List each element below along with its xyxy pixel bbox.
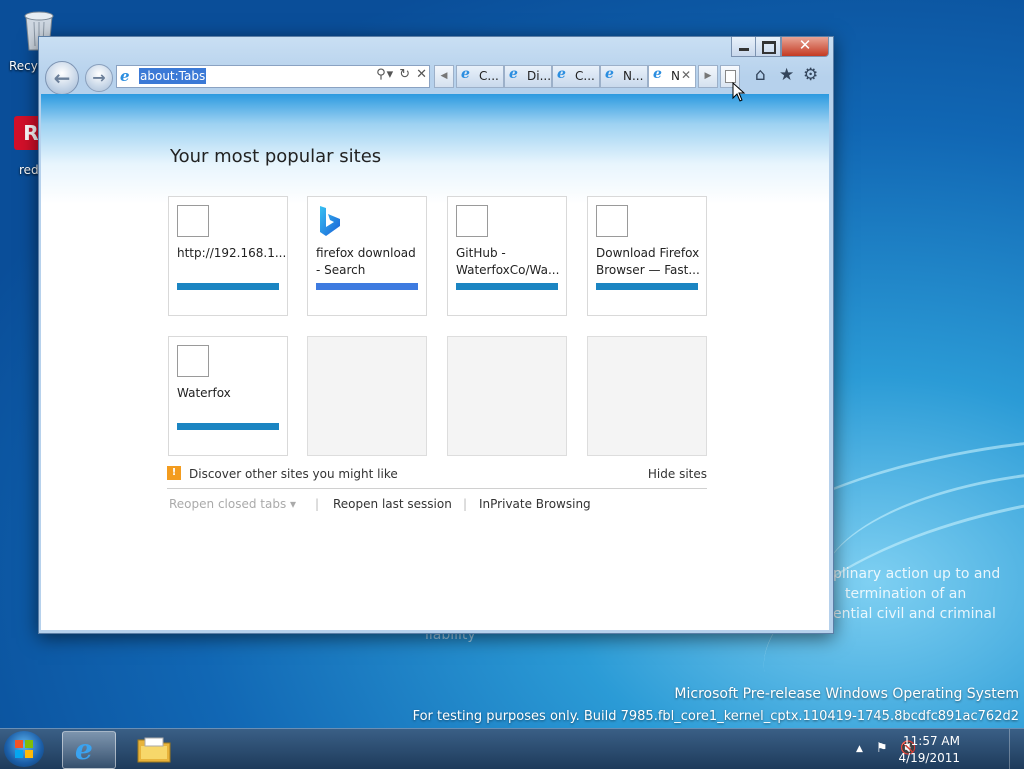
build-watermark-title: Microsoft Pre-release Windows Operating … [674, 686, 1019, 702]
tab[interactable]: e Di... [504, 65, 552, 88]
address-bar[interactable]: e about:Tabs ⚲▾ ↻ ✕ [116, 65, 430, 88]
build-watermark-details: For testing purposes only. Build 7985.fb… [412, 709, 1019, 724]
site-favicon-placeholder [177, 205, 209, 237]
action-center-flag-icon[interactable]: ⚑ [876, 741, 888, 756]
site-tile[interactable]: Waterfox [168, 336, 288, 456]
mouse-cursor-icon [732, 82, 746, 102]
favorites-star-icon[interactable]: ★ [779, 65, 794, 85]
folder-icon [137, 737, 171, 763]
windows-logo-icon [15, 740, 33, 758]
close-icon: ✕ [798, 36, 812, 54]
clock-date[interactable]: 4/19/2011 [898, 751, 960, 765]
site-tile-title: GitHub - WaterfoxCo/Wa... [456, 246, 560, 277]
address-text[interactable]: about:Tabs [139, 68, 207, 84]
maximize-button[interactable] [755, 37, 781, 57]
background-text-line: plinary action up to and [833, 566, 1001, 582]
site-tile[interactable]: firefox download - Search [307, 196, 427, 316]
chevron-down-icon[interactable]: ▾ [387, 67, 394, 82]
tab[interactable]: e N... [600, 65, 648, 88]
site-favicon-placeholder [596, 205, 628, 237]
close-button[interactable]: ✕ [781, 36, 829, 57]
tab-close-icon[interactable]: ✕ [681, 68, 691, 82]
tools-gear-icon[interactable]: ⚙ [803, 65, 818, 85]
site-favicon-placeholder [456, 205, 488, 237]
site-tile-title: Download Firefox Browser — Fast... [596, 246, 700, 277]
inprivate-browsing-link[interactable]: InPrivate Browsing [479, 497, 591, 511]
discover-row: ! Discover other sites you might like Hi… [167, 466, 707, 486]
site-tile[interactable]: http://192.168.1... [168, 196, 288, 316]
hide-sites-link[interactable]: Hide sites [648, 467, 707, 481]
site-activity-bar [316, 283, 418, 290]
show-hidden-icons-arrow-icon[interactable]: ▲ [856, 744, 863, 754]
search-icon[interactable]: ⚲ [376, 67, 386, 82]
reopen-last-session-link[interactable]: Reopen last session [333, 497, 452, 511]
forward-arrow-icon: → [92, 68, 106, 87]
site-tile[interactable]: GitHub - WaterfoxCo/Wa... [447, 196, 567, 316]
page-title: Your most popular sites [170, 146, 382, 167]
ie-page-icon: e [461, 66, 470, 82]
empty-site-tile [447, 336, 567, 456]
toolbar-icons: ⌂ ★ ⚙ [755, 65, 825, 87]
taskbar-explorer-button[interactable] [128, 731, 180, 767]
ie-page-icon: e [557, 66, 566, 82]
reopen-closed-tabs-link[interactable]: Reopen closed tabs ▾ [169, 497, 296, 511]
home-icon[interactable]: ⌂ [755, 65, 766, 85]
tab-label: C... [575, 69, 595, 83]
back-arrow-icon: ← [53, 66, 71, 90]
tab[interactable]: e C... [456, 65, 504, 88]
site-tile-title: firefox download - Search [316, 246, 416, 277]
show-desktop-button[interactable] [1009, 729, 1024, 769]
site-activity-bar [456, 283, 558, 290]
site-activity-bar [177, 283, 279, 290]
ie-page-icon: e [120, 67, 130, 85]
ie-icon: e [75, 733, 93, 766]
tab-scroll-left-button[interactable]: ◀ [434, 65, 454, 88]
chevron-right-icon: ▶ [704, 71, 712, 81]
site-tile-title: http://192.168.1... [177, 246, 287, 260]
tab[interactable]: e C... [552, 65, 600, 88]
tab-label: N [671, 69, 680, 83]
chevron-left-icon: ◀ [440, 71, 448, 81]
ie-page-icon: e [653, 66, 662, 82]
site-tile[interactable]: Download Firefox Browser — Fast... [587, 196, 707, 316]
tab-label: N... [623, 69, 644, 83]
discover-sites-link[interactable]: Discover other sites you might like [189, 467, 398, 481]
address-buttons: ⚲▾ ↻ ✕ [370, 67, 427, 82]
system-tray: ▲ ⚑ 🔇 11:57 AM 4/19/2011 [824, 729, 1024, 769]
ie-page-icon: e [605, 66, 614, 82]
empty-site-tile [307, 336, 427, 456]
background-text-line: termination of an [845, 586, 967, 602]
empty-site-tile [587, 336, 707, 456]
tab-active[interactable]: e N ✕ [648, 65, 696, 88]
taskbar-ie-button[interactable]: e [62, 731, 116, 769]
forward-button[interactable]: → [85, 64, 113, 92]
ie-window: ✕ ← → e about:Tabs ⚲▾ ↻ ✕ ◀ e C... e Di... e… [38, 36, 834, 634]
tab-label: C... [479, 69, 499, 83]
site-tile-title: Waterfox [177, 386, 231, 400]
lightbulb-icon: ! [167, 466, 181, 480]
new-tab-page: Your most popular sites http://192.168.1… [41, 94, 829, 630]
link-separator: | [463, 497, 468, 511]
back-button[interactable]: ← [45, 61, 79, 95]
site-activity-bar [596, 283, 698, 290]
link-separator: | [315, 497, 320, 511]
ie-page-icon: e [509, 66, 518, 82]
site-favicon-placeholder [177, 345, 209, 377]
refresh-icon[interactable]: ↻ [399, 67, 410, 82]
taskbar: e ▲ ⚑ 🔇 11:57 AM 4/19/2011 [0, 728, 1024, 769]
stop-icon[interactable]: ✕ [416, 67, 427, 82]
divider [167, 488, 707, 489]
tab-label: Di... [527, 69, 552, 83]
start-button[interactable] [4, 731, 44, 767]
minimize-button[interactable] [731, 37, 757, 57]
clock-time[interactable]: 11:57 AM [903, 734, 960, 748]
site-activity-bar [177, 423, 279, 430]
bing-logo-icon [320, 206, 340, 236]
background-text-line: ential civil and criminal [833, 606, 996, 622]
tab-scroll-right-button[interactable]: ▶ [698, 65, 718, 88]
